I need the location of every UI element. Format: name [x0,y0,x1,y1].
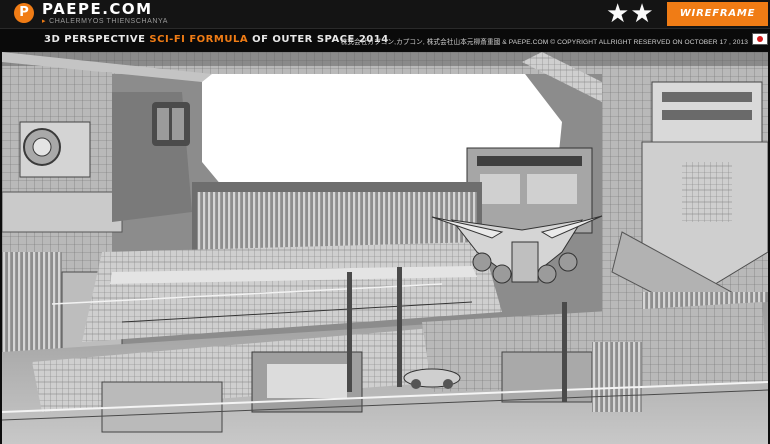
brand-title[interactable]: PAEPE.COM [42,0,153,18]
japan-flag-icon[interactable] [752,33,768,45]
title-part-1: 3D PERSPECTIVE [44,34,146,45]
title-bar: 3D PERSPECTIVE SCI-FI FORMULA OF OUTER S… [0,29,770,51]
paepe-logo-icon[interactable]: P [14,3,34,23]
copyright-notice: 株式会社カプコン,カプコン, 株式会社山本元柳斎重國 & PAEPE.COM ©… [340,39,748,46]
site-header: P PAEPE.COM ▸ CHALERMYOS THIENSCHANYA ★★ … [0,0,770,29]
logo-glyph: P [19,5,29,20]
star-icon: ★ [630,0,654,29]
title-accent: SCI-FI FORMULA [149,34,249,45]
author-line: ▸ CHALERMYOS THIENSCHANYA [42,17,168,25]
wireframe-button[interactable]: WIREFRAME [667,2,768,26]
rating-stars: ★★ [606,1,655,27]
page-title: 3D PERSPECTIVE SCI-FI FORMULA OF OUTER S… [44,34,389,45]
caret-right-icon: ▸ [42,18,47,25]
sci-fi-station-render [2,52,768,444]
render-illustration [2,52,768,444]
star-icon: ★ [606,0,630,29]
flag-disc [757,36,763,42]
author-name: CHALERMYOS THIENSCHANYA [49,18,169,25]
